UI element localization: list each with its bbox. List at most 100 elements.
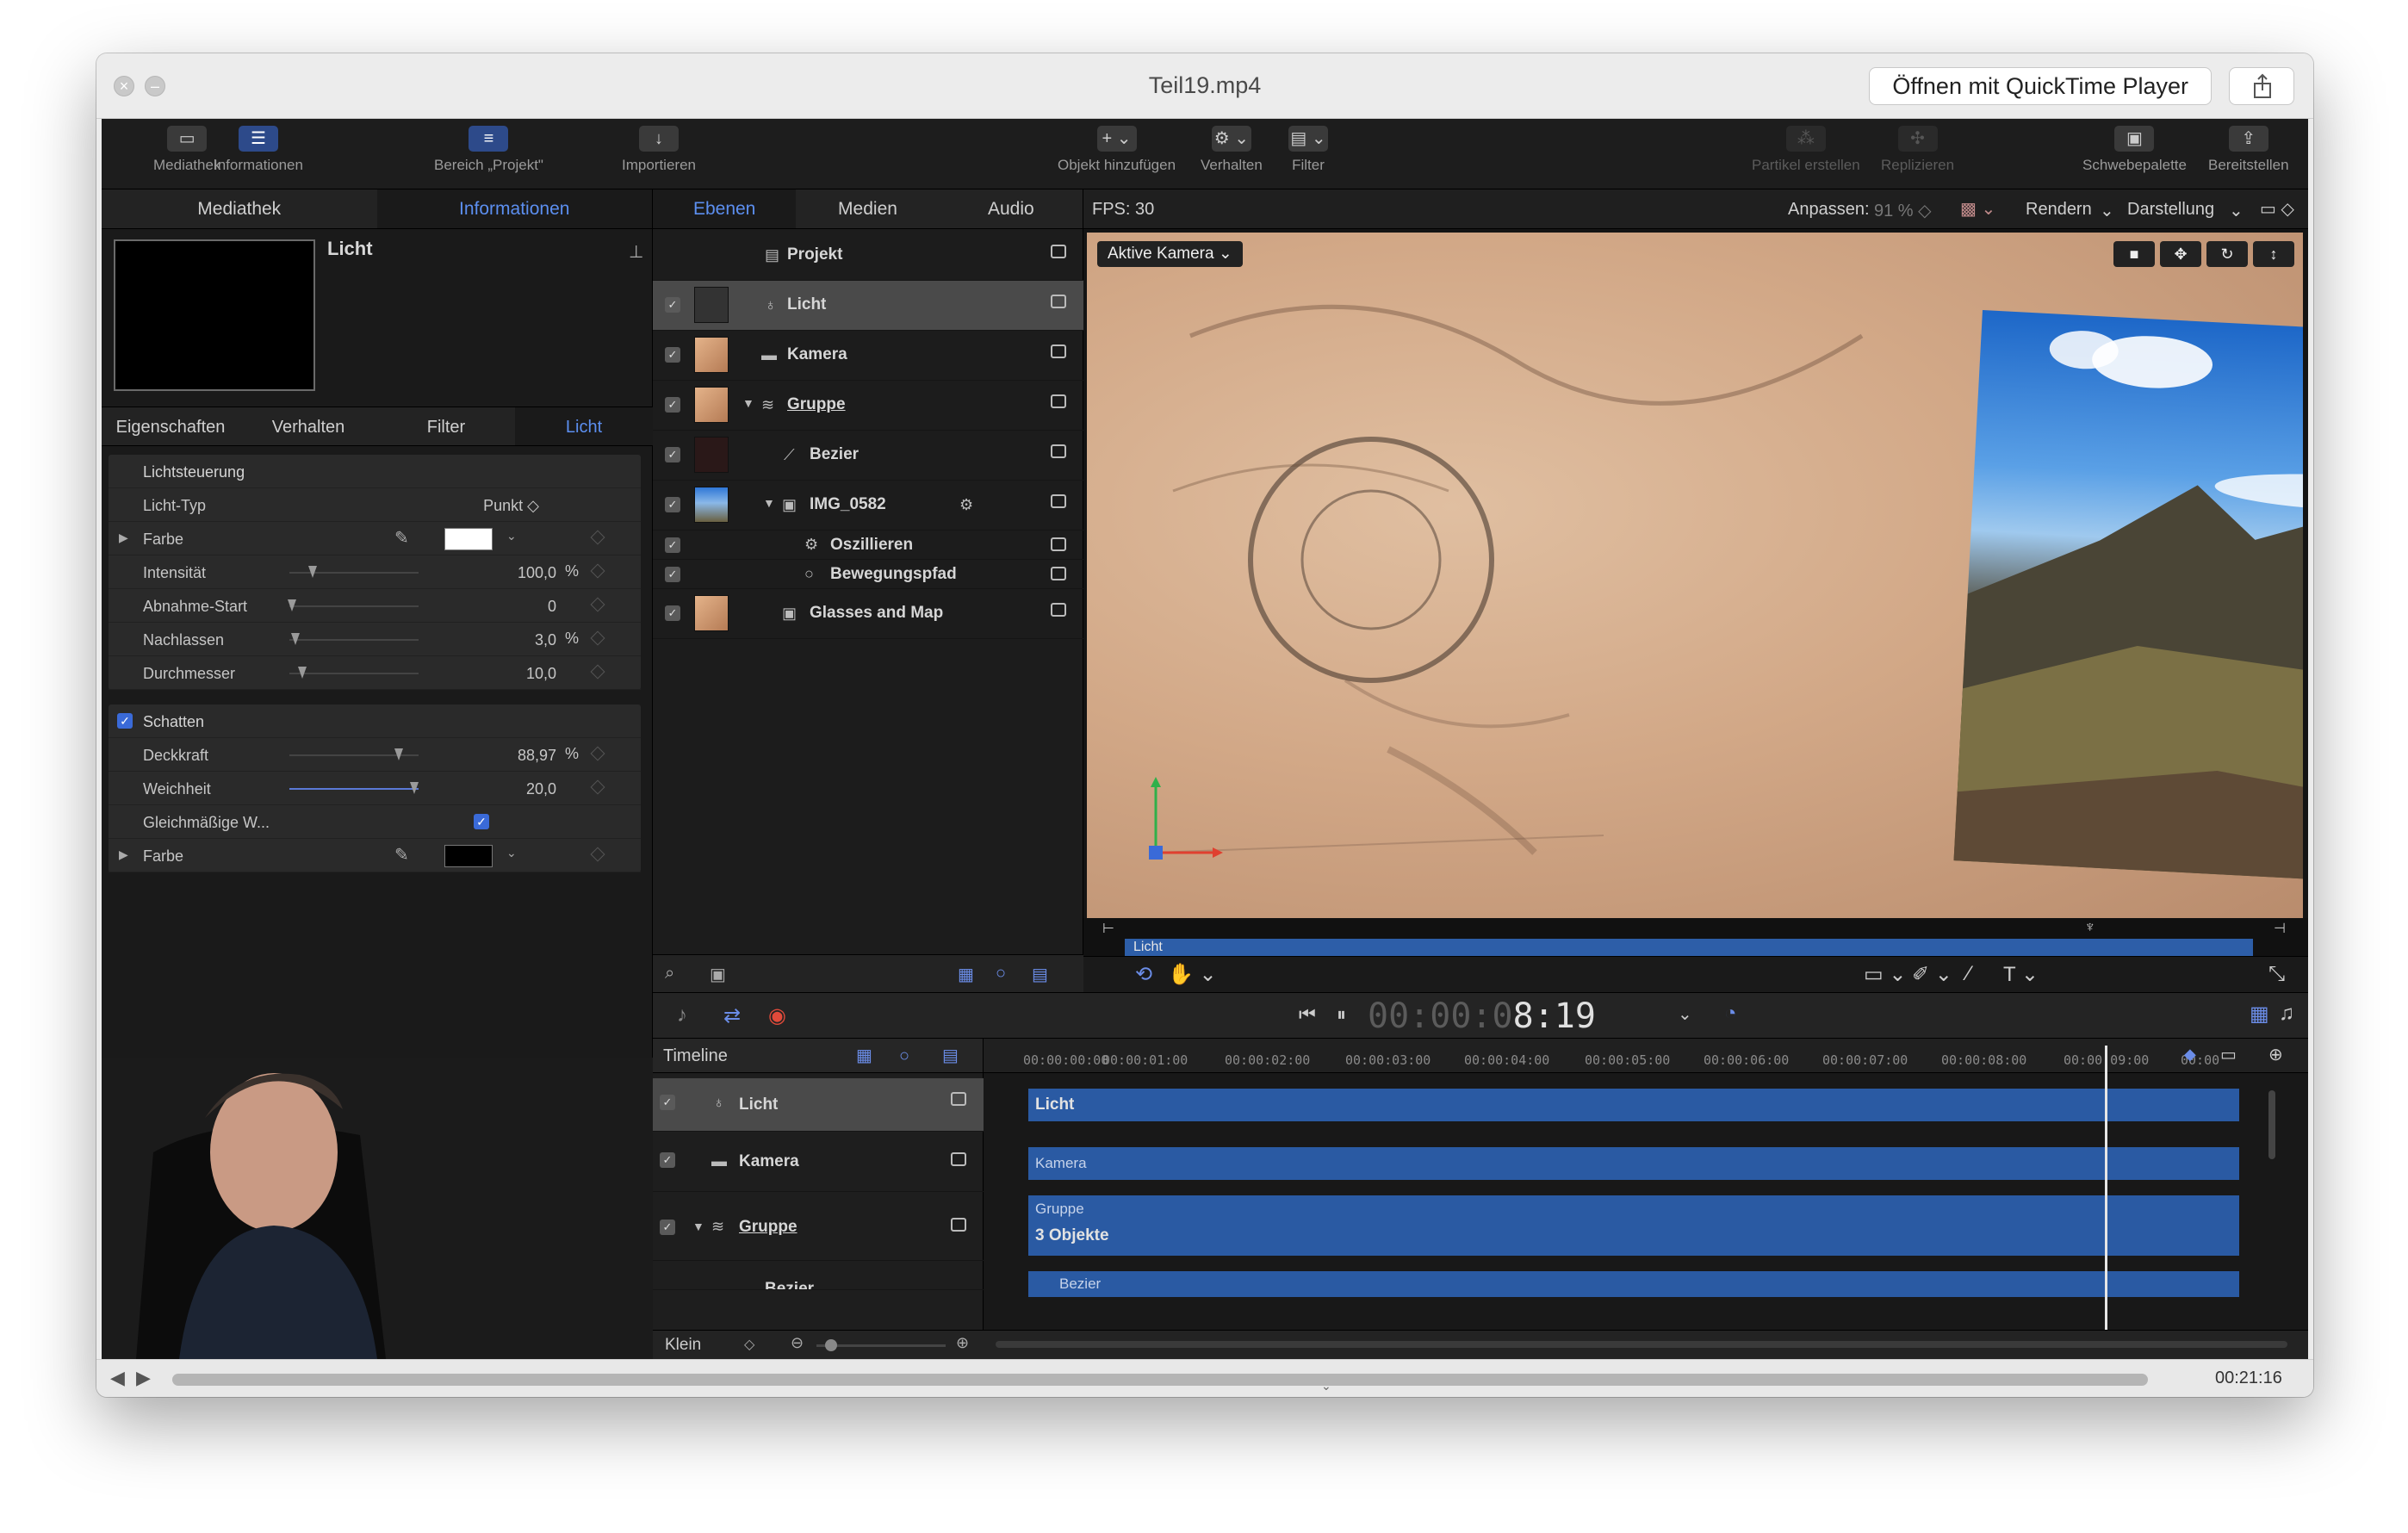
thumbnail-toggle-icon[interactable]: ▣ (710, 964, 726, 985)
slider-knob[interactable] (394, 748, 403, 760)
tab-mediathek[interactable]: Mediathek (102, 189, 377, 228)
layer-checkbox[interactable]: ✓ (665, 497, 680, 512)
out-point-icon[interactable]: ⊣ (2274, 920, 2286, 937)
timeline-row-licht[interactable]: ✓ ♁ Licht (653, 1078, 984, 1132)
video-frame[interactable]: ▭ Mediathek ☰ Informationen ≡ Bereich „Proj… (102, 119, 2308, 1359)
scrubber-handle-icon[interactable]: ⌄ (1321, 1379, 1331, 1393)
diameter-slider[interactable] (289, 667, 419, 679)
partikel-tool[interactable]: ⁂ Partikel erstellen (1752, 126, 1860, 174)
zoom-out-icon[interactable]: ⊖ (791, 1334, 804, 1352)
disclosure-triangle-icon[interactable]: ▶ (119, 847, 128, 862)
chevron-down-icon[interactable]: ⌄ (506, 846, 517, 860)
tab-informationen[interactable]: Informationen (376, 189, 652, 228)
lock-icon[interactable] (951, 1218, 966, 1232)
mini-timeline[interactable]: ⊢ ♆ ⊣ Licht (1083, 918, 2308, 956)
zoom-slider[interactable] (816, 1339, 946, 1351)
record-icon[interactable]: ◉ (768, 1003, 786, 1028)
timer-icon[interactable]: ◔ (1724, 1002, 1737, 1026)
horizontal-scrollbar[interactable] (996, 1341, 2287, 1348)
layer-checkbox[interactable]: ✓ (665, 537, 680, 553)
camera-icon[interactable]: ■ (2113, 241, 2155, 267)
layer-oszillieren[interactable]: ✓ ⚙ Oszillieren (653, 531, 1083, 560)
opacity-value[interactable]: 88,97 (453, 747, 556, 765)
track-bezier[interactable]: Bezier (1028, 1271, 2239, 1297)
timeline-ruler[interactable]: 00:00:00:00 00:00:01:00 00:00:02:00 00:0… (984, 1039, 2308, 1073)
timeline-row-bezier[interactable]: Bezier (653, 1261, 984, 1290)
lock-icon[interactable] (1051, 603, 1066, 617)
tab-filter[interactable]: Filter (377, 407, 515, 445)
keyframe-icon[interactable] (590, 597, 605, 612)
opacity-slider[interactable] (289, 748, 419, 760)
track-gruppe[interactable]: Gruppe 3 Objekte (1028, 1195, 2239, 1256)
play-icon[interactable]: ▶ (136, 1367, 151, 1389)
canvas-area[interactable]: Aktive Kamera ⌄ ■ ✥ ↻ ↕ (1087, 233, 2303, 918)
disclosure-down-icon[interactable]: ▼ (692, 1220, 704, 1233)
lock-icon[interactable] (1051, 394, 1066, 408)
timeline-row-gruppe[interactable]: ✓ ▼ ≋ Gruppe (653, 1192, 984, 1261)
filter-tool[interactable]: ▤ ⌄ Filter (1288, 126, 1328, 174)
timeline-row-kamera[interactable]: ✓ ▬ Kamera (653, 1132, 984, 1192)
behavior-gear-icon[interactable]: ⚙ (959, 496, 973, 514)
keyframe-icon[interactable] (590, 779, 605, 795)
vertical-scrollbar[interactable] (2268, 1090, 2275, 1159)
text-tool-icon[interactable]: T ⌄ (2003, 962, 2039, 987)
tab-medien[interactable]: Medien (796, 189, 939, 228)
slider-knob[interactable] (410, 782, 419, 794)
view-menu[interactable]: Darstellung (2127, 200, 2214, 220)
zoom-icon[interactable]: ⊕ (2268, 1044, 2283, 1065)
layer-kamera[interactable]: ✓ ▬ Kamera (653, 331, 1083, 381)
shape-tool-icon[interactable]: ▭ ⌄ (1864, 962, 1906, 987)
layers-icon[interactable]: ▤ (1032, 964, 1048, 985)
mask-icon[interactable]: ○ (996, 964, 1006, 984)
schwebepalette-tool[interactable]: ▣ Schwebepalette (2082, 126, 2187, 174)
mask-tool-icon[interactable]: ✐ ⌄ (1912, 962, 1952, 987)
dolly-icon[interactable]: ↕ (2253, 241, 2294, 267)
schatten-checkbox[interactable]: ✓ (117, 713, 133, 729)
disclosure-down-icon[interactable]: ▼ (742, 396, 754, 410)
tab-audio[interactable]: Audio (940, 189, 1083, 228)
slider-knob[interactable] (288, 599, 296, 611)
keyframe-icon[interactable] (590, 746, 605, 761)
photo-layer-img-0582[interactable] (1953, 310, 2303, 901)
mini-track-licht[interactable]: Licht (1125, 939, 2253, 956)
layer-licht[interactable]: ✓ ♁ Licht (653, 281, 1083, 331)
mini-playhead-icon[interactable]: ♆ (2084, 918, 2096, 936)
keyframe-icon[interactable] (590, 563, 605, 579)
light-color-swatch[interactable] (444, 528, 493, 550)
mediathek-tool[interactable]: ▭ Mediathek (153, 126, 220, 174)
timeline-playhead[interactable] (2105, 1046, 2107, 1359)
tab-eigenschaften[interactable]: Eigenschaften (102, 407, 239, 445)
eyedropper-icon[interactable]: ✎ (394, 844, 409, 866)
layer-checkbox[interactable]: ✓ (660, 1220, 675, 1235)
lock-icon[interactable] (1051, 567, 1066, 580)
falloff-value[interactable]: 3,0 (453, 631, 556, 649)
keyframe-nav-icon[interactable]: ◆ (2184, 1046, 2196, 1064)
share-button[interactable] (2229, 67, 2294, 105)
chevron-down-icon[interactable]: ⌄ (2229, 200, 2244, 221)
checker-icon[interactable]: ▦ (958, 964, 974, 985)
layer-img-0582[interactable]: ✓ ▼ ▣ IMG_0582 ⚙ (653, 481, 1083, 531)
snapping-icon[interactable]: ▭ (2220, 1044, 2237, 1065)
keyframe-icon[interactable] (590, 630, 605, 646)
layer-checkbox[interactable]: ✓ (665, 347, 680, 363)
layer-bewegungspfad[interactable]: ✓ ○ Bewegungspfad (653, 560, 1083, 589)
eyedropper-icon[interactable]: ✎ (394, 527, 409, 549)
mute-icon[interactable]: ♪ (677, 1003, 687, 1027)
layer-bezier[interactable]: ✓ ⟋ Bezier (653, 431, 1083, 481)
active-camera-menu[interactable]: Aktive Kamera ⌄ (1097, 241, 1243, 267)
timecode-display[interactable]: 00:00:08:19 (1368, 996, 1596, 1036)
intensity-value[interactable]: 100,0 (453, 564, 556, 582)
mask-icon[interactable]: ○ (899, 1039, 909, 1073)
tab-verhalten[interactable]: Verhalten (239, 407, 377, 445)
bereitstellen-tool[interactable]: ⇪ Bereitstellen (2208, 126, 2289, 174)
search-icon[interactable]: ⌕ (665, 964, 674, 984)
track-kamera[interactable]: Kamera (1028, 1147, 2239, 1180)
scrubber-bar[interactable] (172, 1374, 2148, 1386)
lock-icon[interactable] (1051, 444, 1066, 458)
pause-icon[interactable]: ⏸ (1337, 1003, 1346, 1026)
licht-typ-popup[interactable]: Punkt ◇ (436, 497, 539, 515)
lock-icon[interactable] (951, 1152, 966, 1166)
volume-icon[interactable]: ♫ (2279, 1002, 2294, 1026)
disclosure-down-icon[interactable]: ▼ (763, 496, 775, 510)
softness-slider[interactable] (289, 782, 419, 794)
